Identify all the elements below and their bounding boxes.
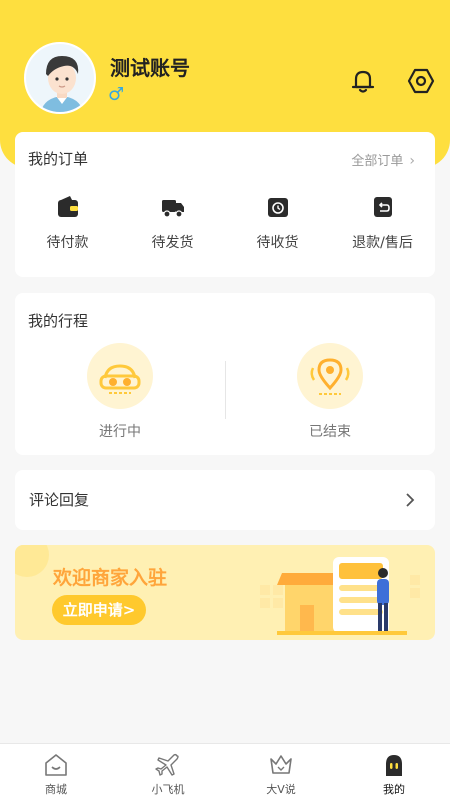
tab-label: 我的 [383, 783, 405, 796]
tab-label: 大V说 [266, 783, 296, 796]
comments-label: 评论回复 [29, 491, 90, 509]
order-pending-shipment[interactable]: 待发货 [120, 194, 225, 252]
location-pin-icon [297, 343, 363, 409]
merchant-join-banner[interactable]: 欢迎商家入驻 立即申请> [15, 545, 435, 640]
username: 测试账号 [110, 56, 190, 80]
order-item-label: 待付款 [46, 235, 89, 251]
trips-card: 我的行程 进行中 已结束 [15, 293, 435, 455]
chevron-right-icon [406, 493, 415, 507]
truck-icon [161, 200, 184, 218]
chevron-right-icon: › [409, 153, 415, 169]
crown-icon [270, 755, 292, 774]
apply-now-button[interactable]: 立即申请> [52, 595, 146, 625]
banner-illustration [15, 545, 420, 635]
trip-in-progress[interactable]: 进行中 [45, 343, 195, 441]
trips-divider [225, 361, 226, 419]
order-pending-receipt[interactable]: 待收货 [225, 194, 330, 252]
trip-item-label: 进行中 [99, 424, 141, 440]
all-orders-label: 全部订单 [351, 154, 404, 169]
tab-airplane[interactable]: 小飞机 [112, 744, 224, 800]
avatar[interactable] [24, 42, 96, 114]
trips-title: 我的行程 [28, 312, 89, 330]
order-pending-payment[interactable]: 待付款 [15, 194, 120, 252]
home-icon [45, 754, 67, 776]
bottom-tab-bar: 商城 小飞机 大V说 我的 [0, 743, 450, 800]
settings-hexagon-icon[interactable] [406, 66, 436, 96]
car-icon [87, 343, 153, 409]
bell-icon[interactable] [348, 66, 378, 96]
order-item-label: 退款/售后 [352, 235, 413, 251]
tab-big-v[interactable]: 大V说 [225, 744, 337, 800]
wallet-icon [57, 196, 78, 217]
tab-mall[interactable]: 商城 [0, 744, 112, 800]
orders-title: 我的订单 [28, 150, 89, 168]
orders-card: 我的订单 全部订单 › 待付款 待发货 待收货 退款/售后 [15, 132, 435, 277]
comments-row[interactable]: 评论回复 [15, 470, 435, 530]
receive-icon [267, 198, 288, 217]
tab-label: 小飞机 [151, 783, 185, 796]
tab-label: 商城 [45, 783, 67, 796]
banner-title: 欢迎商家入驻 [53, 567, 168, 589]
gender-male-icon: ♂ [108, 84, 125, 105]
trip-completed[interactable]: 已结束 [255, 343, 405, 441]
airplane-icon [155, 753, 179, 776]
profile-icon [386, 755, 402, 776]
trip-item-label: 已结束 [309, 424, 351, 440]
order-item-label: 待收货 [256, 235, 299, 251]
order-item-label: 待发货 [151, 235, 194, 251]
tab-mine[interactable]: 我的 [338, 744, 450, 800]
order-refund-aftersale[interactable]: 退款/售后 [330, 194, 435, 252]
refund-icon [373, 197, 392, 217]
all-orders-link[interactable]: 全部订单 › [351, 150, 415, 169]
